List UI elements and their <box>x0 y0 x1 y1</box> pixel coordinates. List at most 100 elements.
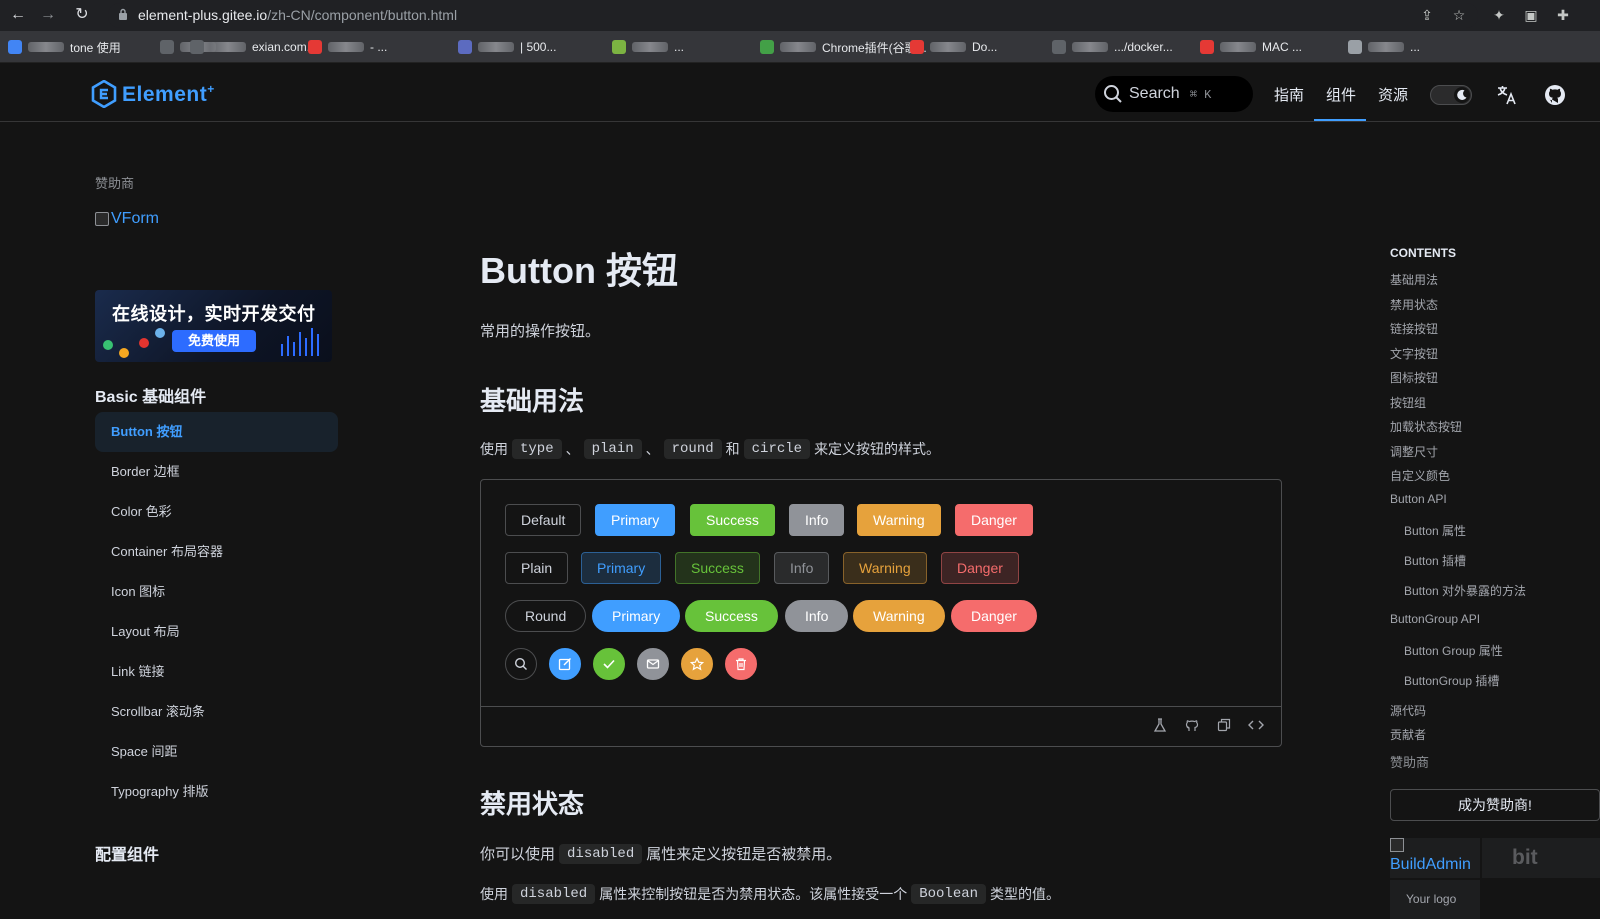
bookmark-item[interactable]: MAC ... <box>1200 38 1302 56</box>
toc-item[interactable]: 源代码 <box>1390 702 1426 719</box>
sidebar-item[interactable]: Border 边框 <box>95 452 338 492</box>
nav-resource[interactable]: 资源 <box>1378 84 1408 105</box>
toc-item[interactable]: 链接按钮 <box>1390 320 1438 337</box>
buildadmin-sponsor-logo[interactable]: BuildAdmin <box>1390 838 1480 878</box>
bookmark-item[interactable]: tone 使用 <box>8 38 121 56</box>
circle-star-button[interactable] <box>681 648 713 680</box>
toc-item[interactable]: 禁用状态 <box>1390 296 1438 313</box>
round-warning-button[interactable]: Warning <box>853 600 945 632</box>
circle-check-button[interactable] <box>593 648 625 680</box>
round-primary-button[interactable]: Primary <box>592 600 681 632</box>
nav-component[interactable]: 组件 <box>1326 84 1356 105</box>
default-button[interactable]: Default <box>505 504 582 536</box>
circle-message-button[interactable] <box>637 648 669 680</box>
toc-item[interactable]: 文字按钮 <box>1390 345 1438 362</box>
circle-edit-button[interactable] <box>549 648 581 680</box>
sidebar-item[interactable]: Button 按钮 <box>95 412 338 452</box>
warning-button[interactable]: Warning <box>857 504 941 536</box>
plain-warning-button[interactable]: Warning <box>843 552 927 584</box>
view-source-icon[interactable] <box>1247 718 1265 736</box>
round-round-button[interactable]: Round <box>505 600 587 632</box>
bookmark-star-icon[interactable]: ☆ <box>1450 6 1468 24</box>
bookmark-item[interactable]: ... <box>612 38 684 56</box>
playground-icon[interactable] <box>1151 718 1169 736</box>
toc-item[interactable]: Button 对外暴露的方法 <box>1404 582 1526 599</box>
circle-delete-button[interactable] <box>725 648 757 680</box>
sidebar-item[interactable]: Layout 布局 <box>95 612 338 652</box>
sponsor-banner[interactable]: 在线设计，实时开发交付 免费使用 <box>95 290 332 362</box>
toc-item[interactable]: Button 插槽 <box>1404 552 1466 569</box>
danger-button[interactable]: Danger <box>955 504 1033 536</box>
bookmark-item[interactable]: ... <box>1348 38 1420 56</box>
forward-icon[interactable]: → <box>38 5 58 25</box>
banner-decoration <box>281 344 283 356</box>
sidebar-item[interactable]: Typography 排版 <box>95 772 338 812</box>
plain-info-button[interactable]: Info <box>774 552 830 584</box>
search-icon <box>514 657 528 671</box>
bookmark-blurred-label <box>1220 42 1256 52</box>
github-edit-icon[interactable] <box>1183 718 1201 736</box>
round-success-button[interactable]: Success <box>685 600 778 632</box>
circle-search-button[interactable] <box>505 648 537 680</box>
vform-sponsor-link[interactable]: VForm <box>95 210 159 228</box>
bookmark-item[interactable]: Do... <box>910 38 997 56</box>
banner-cta-button[interactable]: 免费使用 <box>172 330 256 352</box>
plain-success-button[interactable]: Success <box>675 552 760 584</box>
bookmark-item[interactable]: exian.com... <box>190 38 317 56</box>
toc-item[interactable]: 调整尺寸 <box>1390 443 1438 460</box>
extension-icon[interactable]: ✦ <box>1490 6 1508 24</box>
round-info-button[interactable]: Info <box>785 600 849 632</box>
plain-plain-button[interactable]: Plain <box>505 552 569 584</box>
bookmark-item[interactable]: .../docker... <box>1052 38 1173 56</box>
back-icon[interactable]: ← <box>8 5 28 25</box>
become-sponsor-button[interactable]: 成为赞助商! <box>1390 789 1600 821</box>
toc-item[interactable]: Button API <box>1390 492 1447 506</box>
toc-item[interactable]: 按钮组 <box>1390 394 1426 411</box>
sidebar-item[interactable]: Link 链接 <box>95 652 338 692</box>
sidebar-item[interactable]: Space 间距 <box>95 732 338 772</box>
round-danger-button[interactable]: Danger <box>951 600 1037 632</box>
bookmark-blurred-label <box>1072 42 1108 52</box>
search-button[interactable]: Search ⌘ K <box>1095 76 1253 112</box>
toc-item[interactable]: 基础用法 <box>1390 271 1438 288</box>
your-logo-placeholder[interactable]: Your logo <box>1390 880 1480 919</box>
image-extension-icon[interactable]: ▣ <box>1522 6 1540 24</box>
bookmark-item[interactable]: | 500... <box>458 38 556 56</box>
banner-title: 在线设计，实时开发交付 <box>112 304 316 324</box>
sidebar-item[interactable]: Icon 图标 <box>95 572 338 612</box>
bookmark-item[interactable]: Chrome插件(谷歌... <box>760 38 927 56</box>
toc-item[interactable]: 自定义颜色 <box>1390 467 1450 484</box>
plain-primary-button[interactable]: Primary <box>581 552 662 584</box>
bookmark-item[interactable]: - ... <box>308 38 387 56</box>
puzzle-icon[interactable]: ✚ <box>1554 6 1572 24</box>
translate-icon[interactable] <box>1496 84 1518 111</box>
element-logo[interactable]: Element+ <box>91 80 215 108</box>
dark-mode-toggle[interactable] <box>1430 85 1472 105</box>
demo-block: Default Primary Success Info Warning Danger Pl… <box>480 479 1282 747</box>
bit-sponsor-logo[interactable]: bit <box>1482 838 1600 878</box>
primary-button[interactable]: Primary <box>595 504 676 536</box>
github-icon[interactable] <box>1544 84 1566 111</box>
toc-item[interactable]: ButtonGroup 插槽 <box>1404 672 1499 689</box>
bookmark-favicon-icon <box>1052 40 1066 54</box>
section-disabled-detail: 使用 disabled 属性来控制按钮是否为禁用状态。该属性接受一个 Boole… <box>480 884 1060 904</box>
toc-item[interactable]: Button 属性 <box>1404 522 1466 539</box>
bookmark-label: | 500... <box>520 40 557 54</box>
text-segment: 你可以使用 <box>480 846 556 863</box>
page-title: Button 按钮 <box>480 250 678 291</box>
toc-item[interactable]: ButtonGroup API <box>1390 612 1480 626</box>
reload-icon[interactable]: ↻ <box>72 5 92 25</box>
toc-item[interactable]: 加载状态按钮 <box>1390 418 1462 435</box>
share-icon[interactable]: ⇪ <box>1418 6 1436 24</box>
copy-icon[interactable] <box>1215 718 1233 736</box>
nav-guide[interactable]: 指南 <box>1274 84 1304 105</box>
info-button[interactable]: Info <box>789 504 845 536</box>
sidebar-item[interactable]: Scrollbar 滚动条 <box>95 692 338 732</box>
success-button[interactable]: Success <box>690 504 775 536</box>
plain-danger-button[interactable]: Danger <box>941 552 1019 584</box>
toc-item[interactable]: Button Group 属性 <box>1404 642 1503 659</box>
toc-item[interactable]: 图标按钮 <box>1390 369 1438 386</box>
sidebar-item[interactable]: Container 布局容器 <box>95 532 338 572</box>
toc-item[interactable]: 贡献者 <box>1390 726 1426 743</box>
sidebar-item[interactable]: Color 色彩 <box>95 492 338 532</box>
